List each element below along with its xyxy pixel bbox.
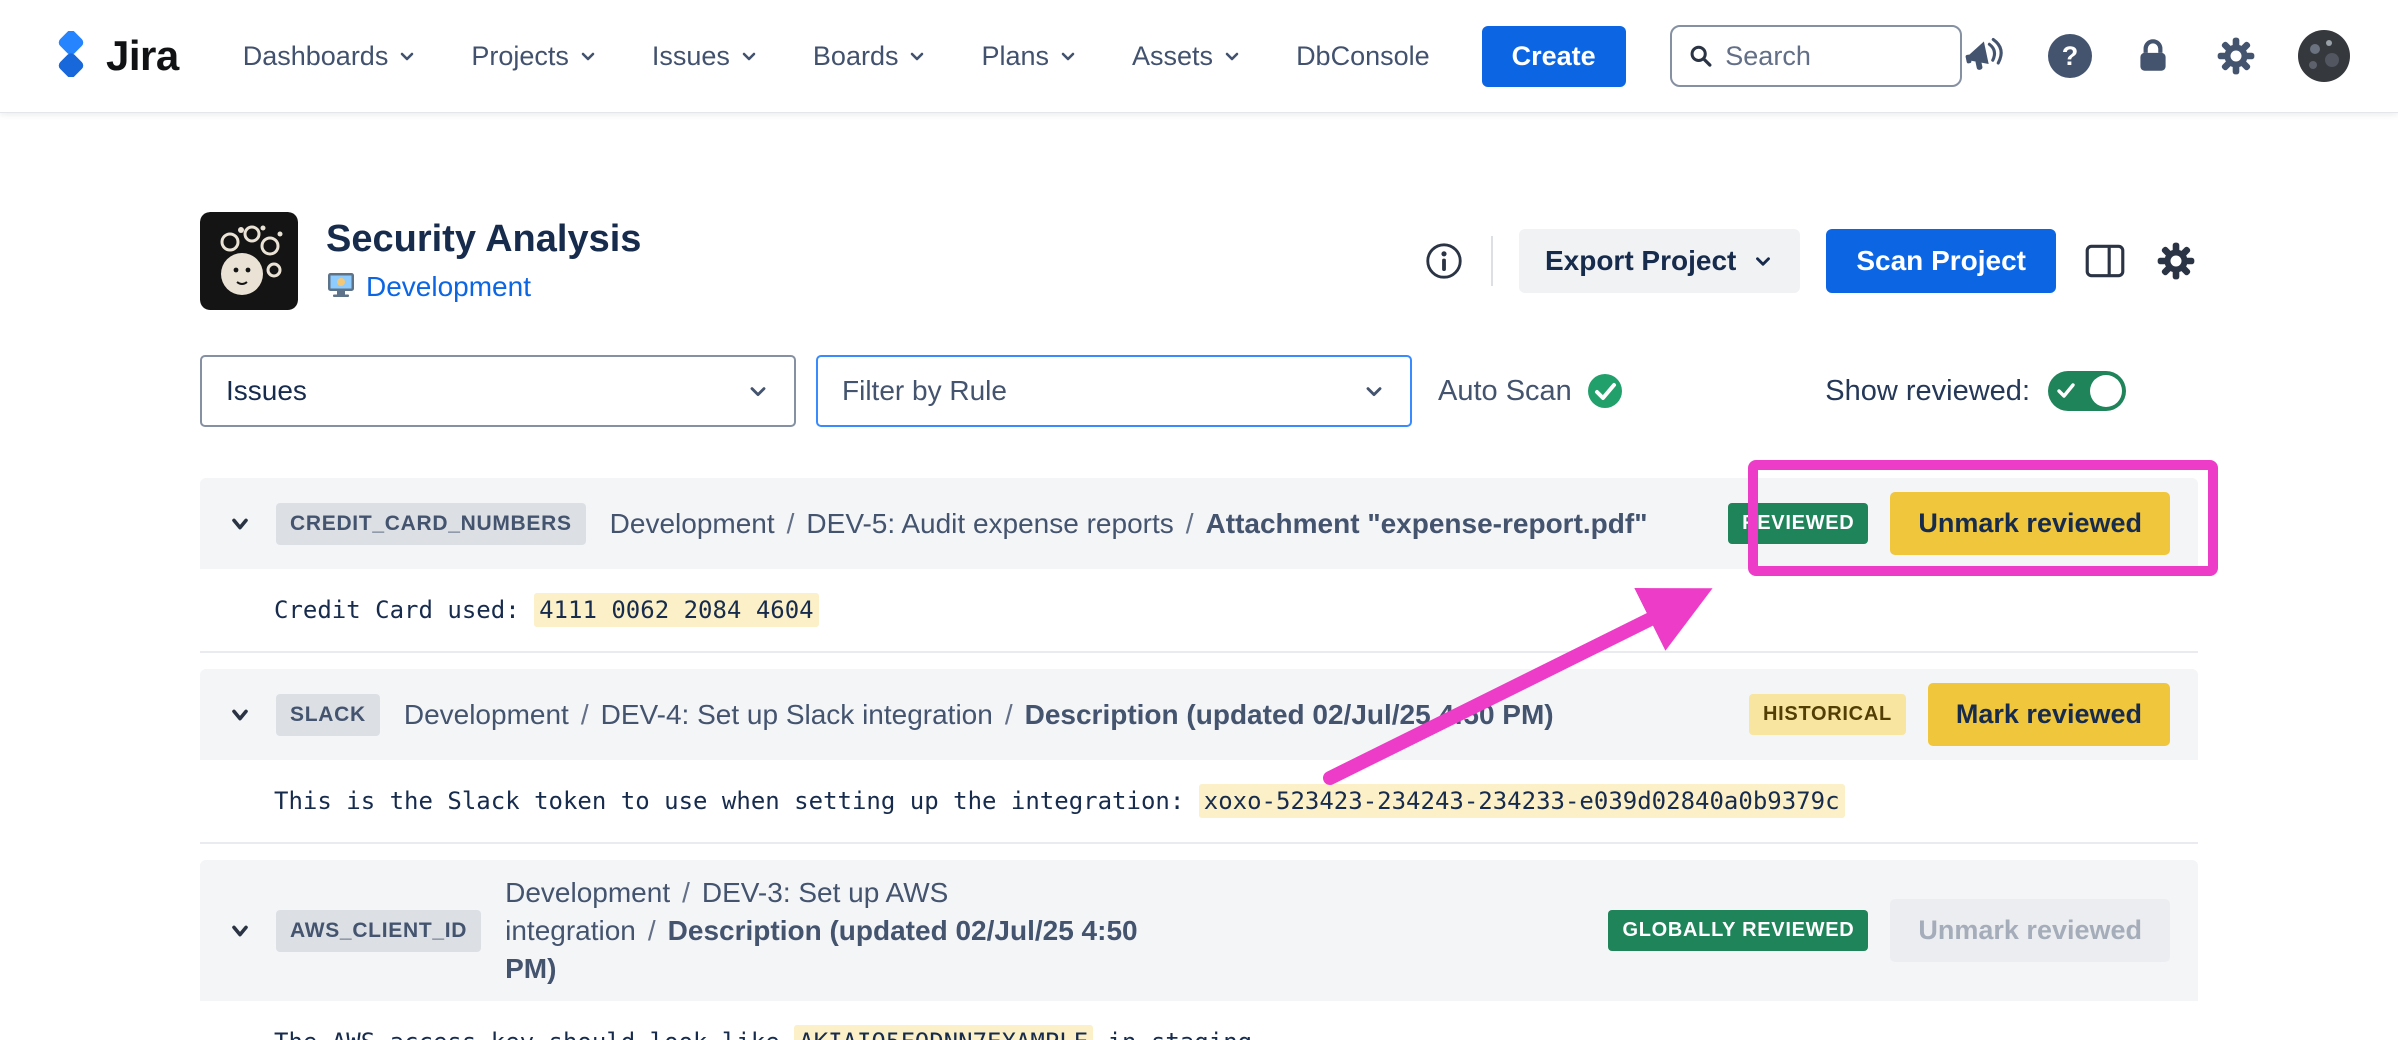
content-text: in staging. [1093,1028,1266,1040]
rule-badge: SLACK [276,694,380,736]
jira-logo[interactable]: Jira [48,31,179,82]
show-reviewed-toggle[interactable] [2048,371,2126,411]
finding-card-credit-card: CREDIT_CARD_NUMBERS Development/DEV-5: A… [200,478,2198,653]
check-circle-icon [1586,372,1624,410]
breadcrumb: Development/DEV-4: Set up Slack integrat… [404,696,1554,734]
search-box[interactable] [1670,25,1962,87]
check-icon [2056,381,2076,401]
breadcrumb-issue[interactable]: DEV-5: Audit expense reports [806,508,1173,539]
rule-badge: AWS_CLIENT_ID [276,910,481,952]
status-badge: HISTORICAL [1749,694,1906,735]
nav-plans[interactable]: Plans [981,41,1078,72]
page-title: Security Analysis [326,218,641,261]
chevron-down-icon [1058,46,1078,66]
top-navigation: Jira Dashboards Projects Issues Boards P… [0,0,2398,113]
nav-projects[interactable]: Projects [471,41,598,72]
title-block: Security Analysis Development [326,218,641,305]
breadcrumb-issue[interactable]: DEV-4: Set up Slack integration [601,699,993,730]
info-icon[interactable] [1423,240,1465,282]
breadcrumb-project[interactable]: Development [404,699,569,730]
nav-assets[interactable]: Assets [1132,41,1242,72]
project-link[interactable]: Development [366,271,531,303]
brand-name: Jira [106,32,179,80]
chevron-down-icon [578,46,598,66]
rule-filter-select[interactable]: Filter by Rule [816,355,1412,427]
finding-card-slack: SLACK Development/DEV-4: Set up Slack in… [200,669,2198,844]
nav-icon-group: ? [1962,30,2350,82]
finding-content: The AWS access key should look like AKIA… [200,1001,2198,1040]
breadcrumb-project[interactable]: Development [610,508,775,539]
scan-project-button[interactable]: Scan Project [1826,229,2056,293]
finding-actions: REVIEWED Unmark reviewed [1728,492,2170,555]
finding-header: SLACK Development/DEV-4: Set up Slack in… [200,669,2198,760]
finding-card-aws: AWS_CLIENT_ID Development/DEV-3: Set up … [200,860,2198,1040]
finding-actions: HISTORICAL Mark reviewed [1749,683,2170,746]
show-reviewed-control: Show reviewed: [1825,371,2126,411]
lock-icon[interactable] [2132,35,2174,77]
project-avatar [200,212,298,310]
status-badge: GLOBALLY REVIEWED [1608,910,1868,951]
chevron-down-icon [746,379,770,403]
main-content: Security Analysis Development [0,212,2398,1040]
chevron-down-icon [907,46,927,66]
chevron-down-icon [739,46,759,66]
details-panel-icon[interactable] [2082,238,2128,284]
finding-actions: GLOBALLY REVIEWED Unmark reviewed [1608,899,2170,962]
collapse-chevron-icon[interactable] [228,512,252,536]
breadcrumb-project[interactable]: Development [505,877,670,908]
finding-header: AWS_CLIENT_ID Development/DEV-3: Set up … [200,860,2198,1001]
chevron-down-icon [1362,379,1386,403]
show-reviewed-label: Show reviewed: [1825,375,2030,408]
finding-header: CREDIT_CARD_NUMBERS Development/DEV-5: A… [200,478,2198,569]
settings-gear-icon[interactable] [2154,239,2198,283]
chevron-down-icon [1752,250,1774,272]
chevron-down-icon [397,46,417,66]
content-text: This is the Slack token to use when sett… [274,787,1199,815]
breadcrumb: Development/DEV-3: Set up AWS integratio… [505,874,1165,987]
gear-icon[interactable] [2214,34,2258,78]
secret-highlight: 4111 0062 2084 4604 [534,593,819,627]
breadcrumb: Development/DEV-5: Audit expense reports… [610,505,1648,543]
nav-boards[interactable]: Boards [813,41,928,72]
finding-content: This is the Slack token to use when sett… [200,760,2198,844]
chevron-down-icon [1222,46,1242,66]
avatar[interactable] [2298,30,2350,82]
jira-logo-icon [48,31,94,82]
filter-bar: Issues Filter by Rule Auto Scan Show rev… [200,355,2198,427]
search-icon [1688,41,1714,71]
header-actions: Export Project Scan Project [1423,229,2198,293]
issues-select[interactable]: Issues [200,355,796,427]
nav-dbconsole[interactable]: DbConsole [1296,41,1430,72]
help-icon[interactable]: ? [2048,34,2092,78]
collapse-chevron-icon[interactable] [228,919,252,943]
rule-badge: CREDIT_CARD_NUMBERS [276,503,586,545]
content-text: The AWS access key should look like [274,1028,794,1040]
content-text: Credit Card used: [274,596,534,624]
secret-highlight: xoxo-523423-234243-234233-e039d02840a0b9… [1199,784,1845,818]
status-badge: REVIEWED [1728,503,1868,544]
create-button[interactable]: Create [1482,26,1626,87]
megaphone-icon[interactable] [1962,33,2008,79]
auto-scan-status: Auto Scan [1438,372,1624,410]
mark-reviewed-button[interactable]: Mark reviewed [1928,683,2170,746]
nav-dashboards[interactable]: Dashboards [243,41,418,72]
divider [1491,236,1493,286]
auto-scan-label: Auto Scan [1438,375,1572,408]
export-project-button[interactable]: Export Project [1519,229,1800,293]
main-menu: Dashboards Projects Issues Boards Plans … [243,41,1430,72]
project-mini-icon [326,270,356,305]
finding-content: Credit Card used: 4111 0062 2084 4604 [200,569,2198,653]
search-input[interactable] [1725,41,1944,72]
unmark-reviewed-button[interactable]: Unmark reviewed [1890,492,2170,555]
breadcrumb-location: Description (updated 02/Jul/25 4:50 PM) [1025,699,1554,730]
collapse-chevron-icon[interactable] [228,703,252,727]
breadcrumb-location: Attachment "expense-report.pdf" [1206,508,1648,539]
project-header: Security Analysis Development [200,212,2198,310]
nav-issues[interactable]: Issues [652,41,759,72]
unmark-reviewed-button-disabled: Unmark reviewed [1890,899,2170,962]
findings-list: CREDIT_CARD_NUMBERS Development/DEV-5: A… [200,478,2198,1040]
secret-highlight: AKIAIO5FODNN7EXAMPLE [794,1025,1093,1040]
